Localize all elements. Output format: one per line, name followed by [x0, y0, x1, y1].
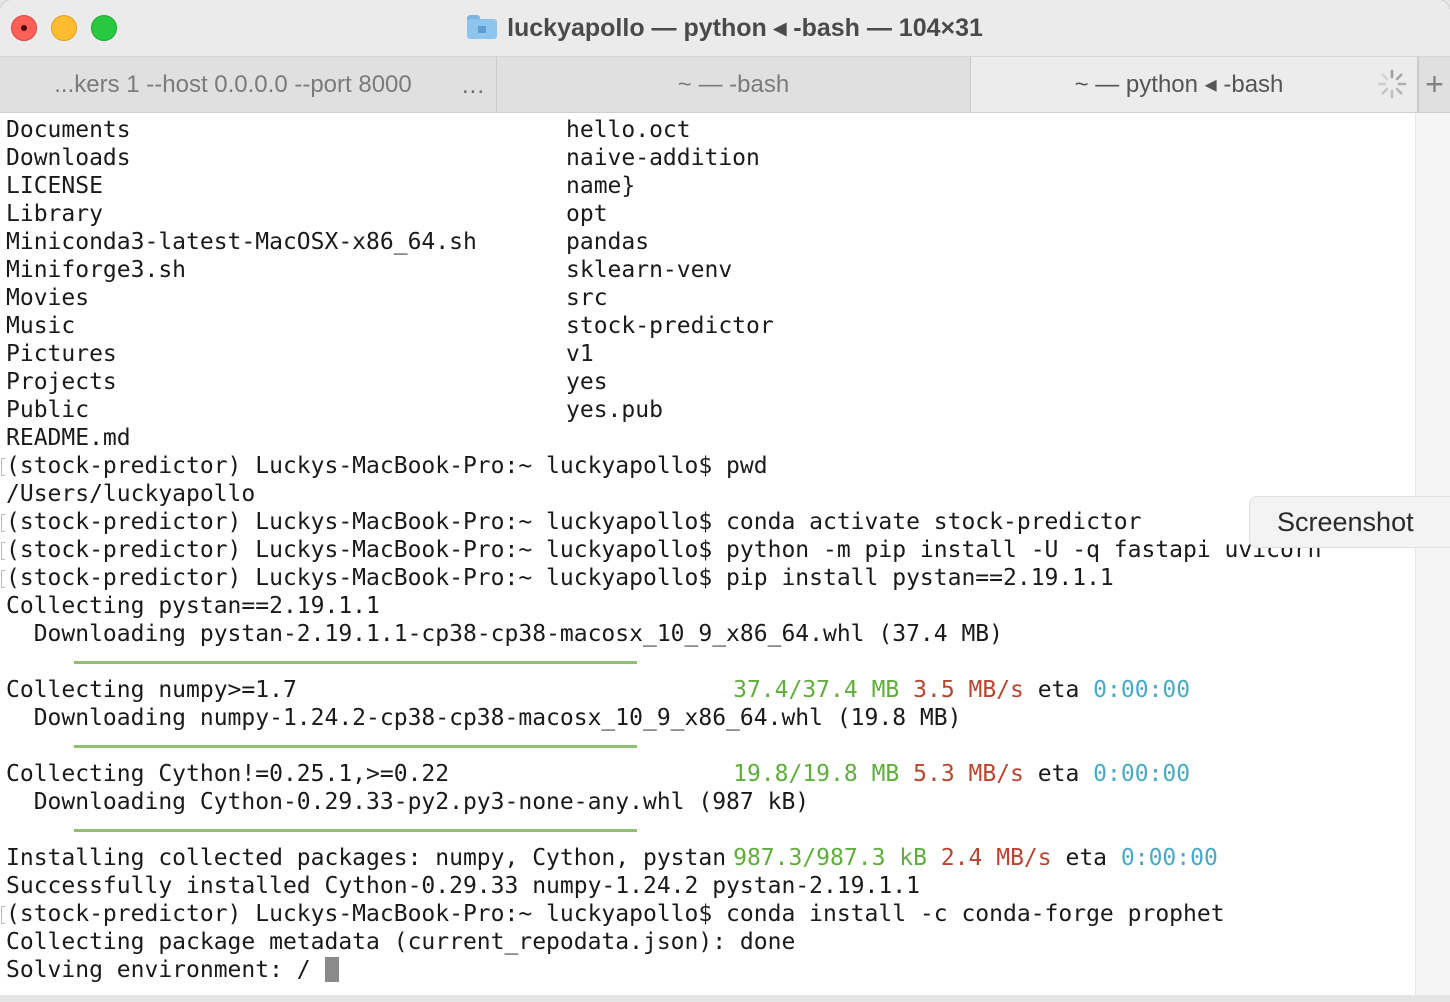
- output-line: Downloading pystan-2.19.1.1-cp38-cp38-ma…: [6, 621, 1003, 647]
- command-line: (stock-predictor) Luckys-MacBook-Pro:~ l…: [6, 537, 1322, 563]
- ls-entry: Library: [6, 201, 103, 227]
- ls-entry: Pictures: [6, 341, 117, 367]
- window-title-text: luckyapollo — python ◂ -bash — 104×31: [507, 14, 983, 42]
- new-tab-button[interactable]: +: [1418, 57, 1450, 112]
- download-stats: 19.8/19.8 MB 5.3 MB/s eta 0:00:00: [650, 732, 1190, 787]
- current-line: Solving environment: /: [6, 956, 339, 984]
- download-rate: 3.5 MB/s: [913, 677, 1024, 703]
- ls-entry: Projects: [6, 369, 117, 395]
- scrollbar[interactable]: [1415, 113, 1450, 995]
- download-rate: 2.4 MB/s: [940, 845, 1052, 871]
- download-done: 37.4/37.4 MB: [733, 677, 900, 703]
- ls-entry: sklearn-venv: [566, 257, 733, 283]
- ls-entry: hello.oct: [566, 117, 691, 143]
- activity-spinner-icon: [1377, 69, 1407, 99]
- download-done: 987.3/987.3 kB: [733, 845, 927, 871]
- ls-entry: stock-predictor: [566, 313, 774, 339]
- prompt-mark: [1, 458, 5, 476]
- output-line: Collecting Cython!=0.25.1,>=0.22: [6, 761, 450, 787]
- eta-label: eta: [1037, 677, 1080, 703]
- output-line: /Users/luckyapollo: [6, 481, 256, 507]
- background-window: [0, 995, 1450, 1002]
- ls-entry: src: [566, 285, 608, 311]
- command-line: (stock-predictor) Luckys-MacBook-Pro:~ l…: [6, 453, 768, 479]
- ls-entry: yes.pub: [566, 397, 663, 423]
- window-title: luckyapollo — python ◂ -bash — 104×31: [0, 0, 1450, 56]
- output-line: Collecting pystan==2.19.1.1: [6, 593, 380, 619]
- ls-entry: LICENSE: [6, 173, 103, 199]
- tab-overflow-icon[interactable]: ...: [462, 72, 485, 100]
- tab-label: ~ — -bash: [677, 70, 790, 98]
- ls-entry: v1: [566, 341, 594, 367]
- home-folder-icon: [467, 15, 498, 39]
- text-cursor: [324, 957, 339, 982]
- download-eta: 0:00:00: [1120, 845, 1218, 871]
- tab-bash[interactable]: ~ — -bash: [497, 57, 971, 112]
- terminal-output[interactable]: Documents hello.oct Downloads naive-addi…: [0, 113, 1415, 995]
- ls-entry: yes: [566, 369, 608, 395]
- command-line: (stock-predictor) Luckys-MacBook-Pro:~ l…: [6, 901, 1225, 927]
- ls-entry: README.md: [6, 425, 131, 451]
- terminal-window: luckyapollo — python ◂ -bash — 104×31 ..…: [0, 0, 1450, 995]
- output-line: Collecting package metadata (current_rep…: [6, 929, 796, 955]
- output-line: Downloading numpy-1.24.2-cp38-cp38-macos…: [6, 705, 962, 731]
- eta-label: eta: [1065, 845, 1108, 871]
- tab-label: ...kers 1 --host 0.0.0.0 --port 8000: [54, 70, 412, 98]
- prompt-mark: [1, 542, 5, 560]
- output-line: Collecting numpy>=1.7: [6, 677, 297, 703]
- command-line: (stock-predictor) Luckys-MacBook-Pro:~ l…: [6, 509, 1142, 535]
- output-line: Successfully installed Cython-0.29.33 nu…: [6, 873, 920, 899]
- ls-entry: Documents: [6, 117, 131, 143]
- screenshot-tooltip: Screenshot: [1249, 496, 1450, 548]
- tab-label: ~ — python ◂ -bash: [1074, 71, 1284, 98]
- download-done: 19.8/19.8 MB: [733, 761, 900, 787]
- download-eta: 0:00:00: [1093, 677, 1191, 703]
- tab-bar: ...kers 1 --host 0.0.0.0 --port 8000 ~ —…: [0, 57, 1450, 113]
- download-progress-bar: [74, 745, 637, 748]
- download-eta: 0:00:00: [1093, 761, 1191, 787]
- ls-entry: name}: [566, 173, 636, 199]
- download-progress-bar: [74, 661, 637, 664]
- title-bar[interactable]: luckyapollo — python ◂ -bash — 104×31: [0, 0, 1450, 57]
- prompt-mark: [1, 514, 5, 532]
- ls-entry: opt: [566, 201, 608, 227]
- ls-entry: pandas: [566, 229, 650, 255]
- command-line: (stock-predictor) Luckys-MacBook-Pro:~ l…: [6, 565, 1114, 591]
- ls-entry: Public: [6, 397, 90, 423]
- download-rate: 5.3 MB/s: [913, 761, 1024, 787]
- tab-uvicorn-server[interactable]: ...kers 1 --host 0.0.0.0 --port 8000: [0, 57, 497, 112]
- tab-python-bash[interactable]: ~ — python ◂ -bash: [971, 57, 1418, 112]
- output-line: Solving environment: /: [6, 957, 325, 983]
- ls-entry: Miniconda3-latest-MacOSX-x86_64.sh: [6, 229, 477, 255]
- download-stats: 987.3/987.3 kB 2.4 MB/s eta 0:00:00: [650, 816, 1218, 871]
- prompt-mark: [1, 906, 5, 924]
- output-line: Downloading Cython-0.29.33-py2.py3-none-…: [6, 789, 810, 815]
- ls-entry: Movies: [6, 285, 90, 311]
- download-progress-bar: [74, 829, 637, 832]
- download-stats: 37.4/37.4 MB 3.5 MB/s eta 0:00:00: [650, 648, 1190, 703]
- ls-entry: naive-addition: [566, 145, 760, 171]
- eta-label: eta: [1037, 761, 1080, 787]
- ls-entry: Downloads: [6, 145, 131, 171]
- prompt-mark: [1, 570, 5, 588]
- output-line: Installing collected packages: numpy, Cy…: [6, 845, 727, 871]
- ls-entry: Music: [6, 313, 76, 339]
- ls-entry: Miniforge3.sh: [6, 257, 187, 283]
